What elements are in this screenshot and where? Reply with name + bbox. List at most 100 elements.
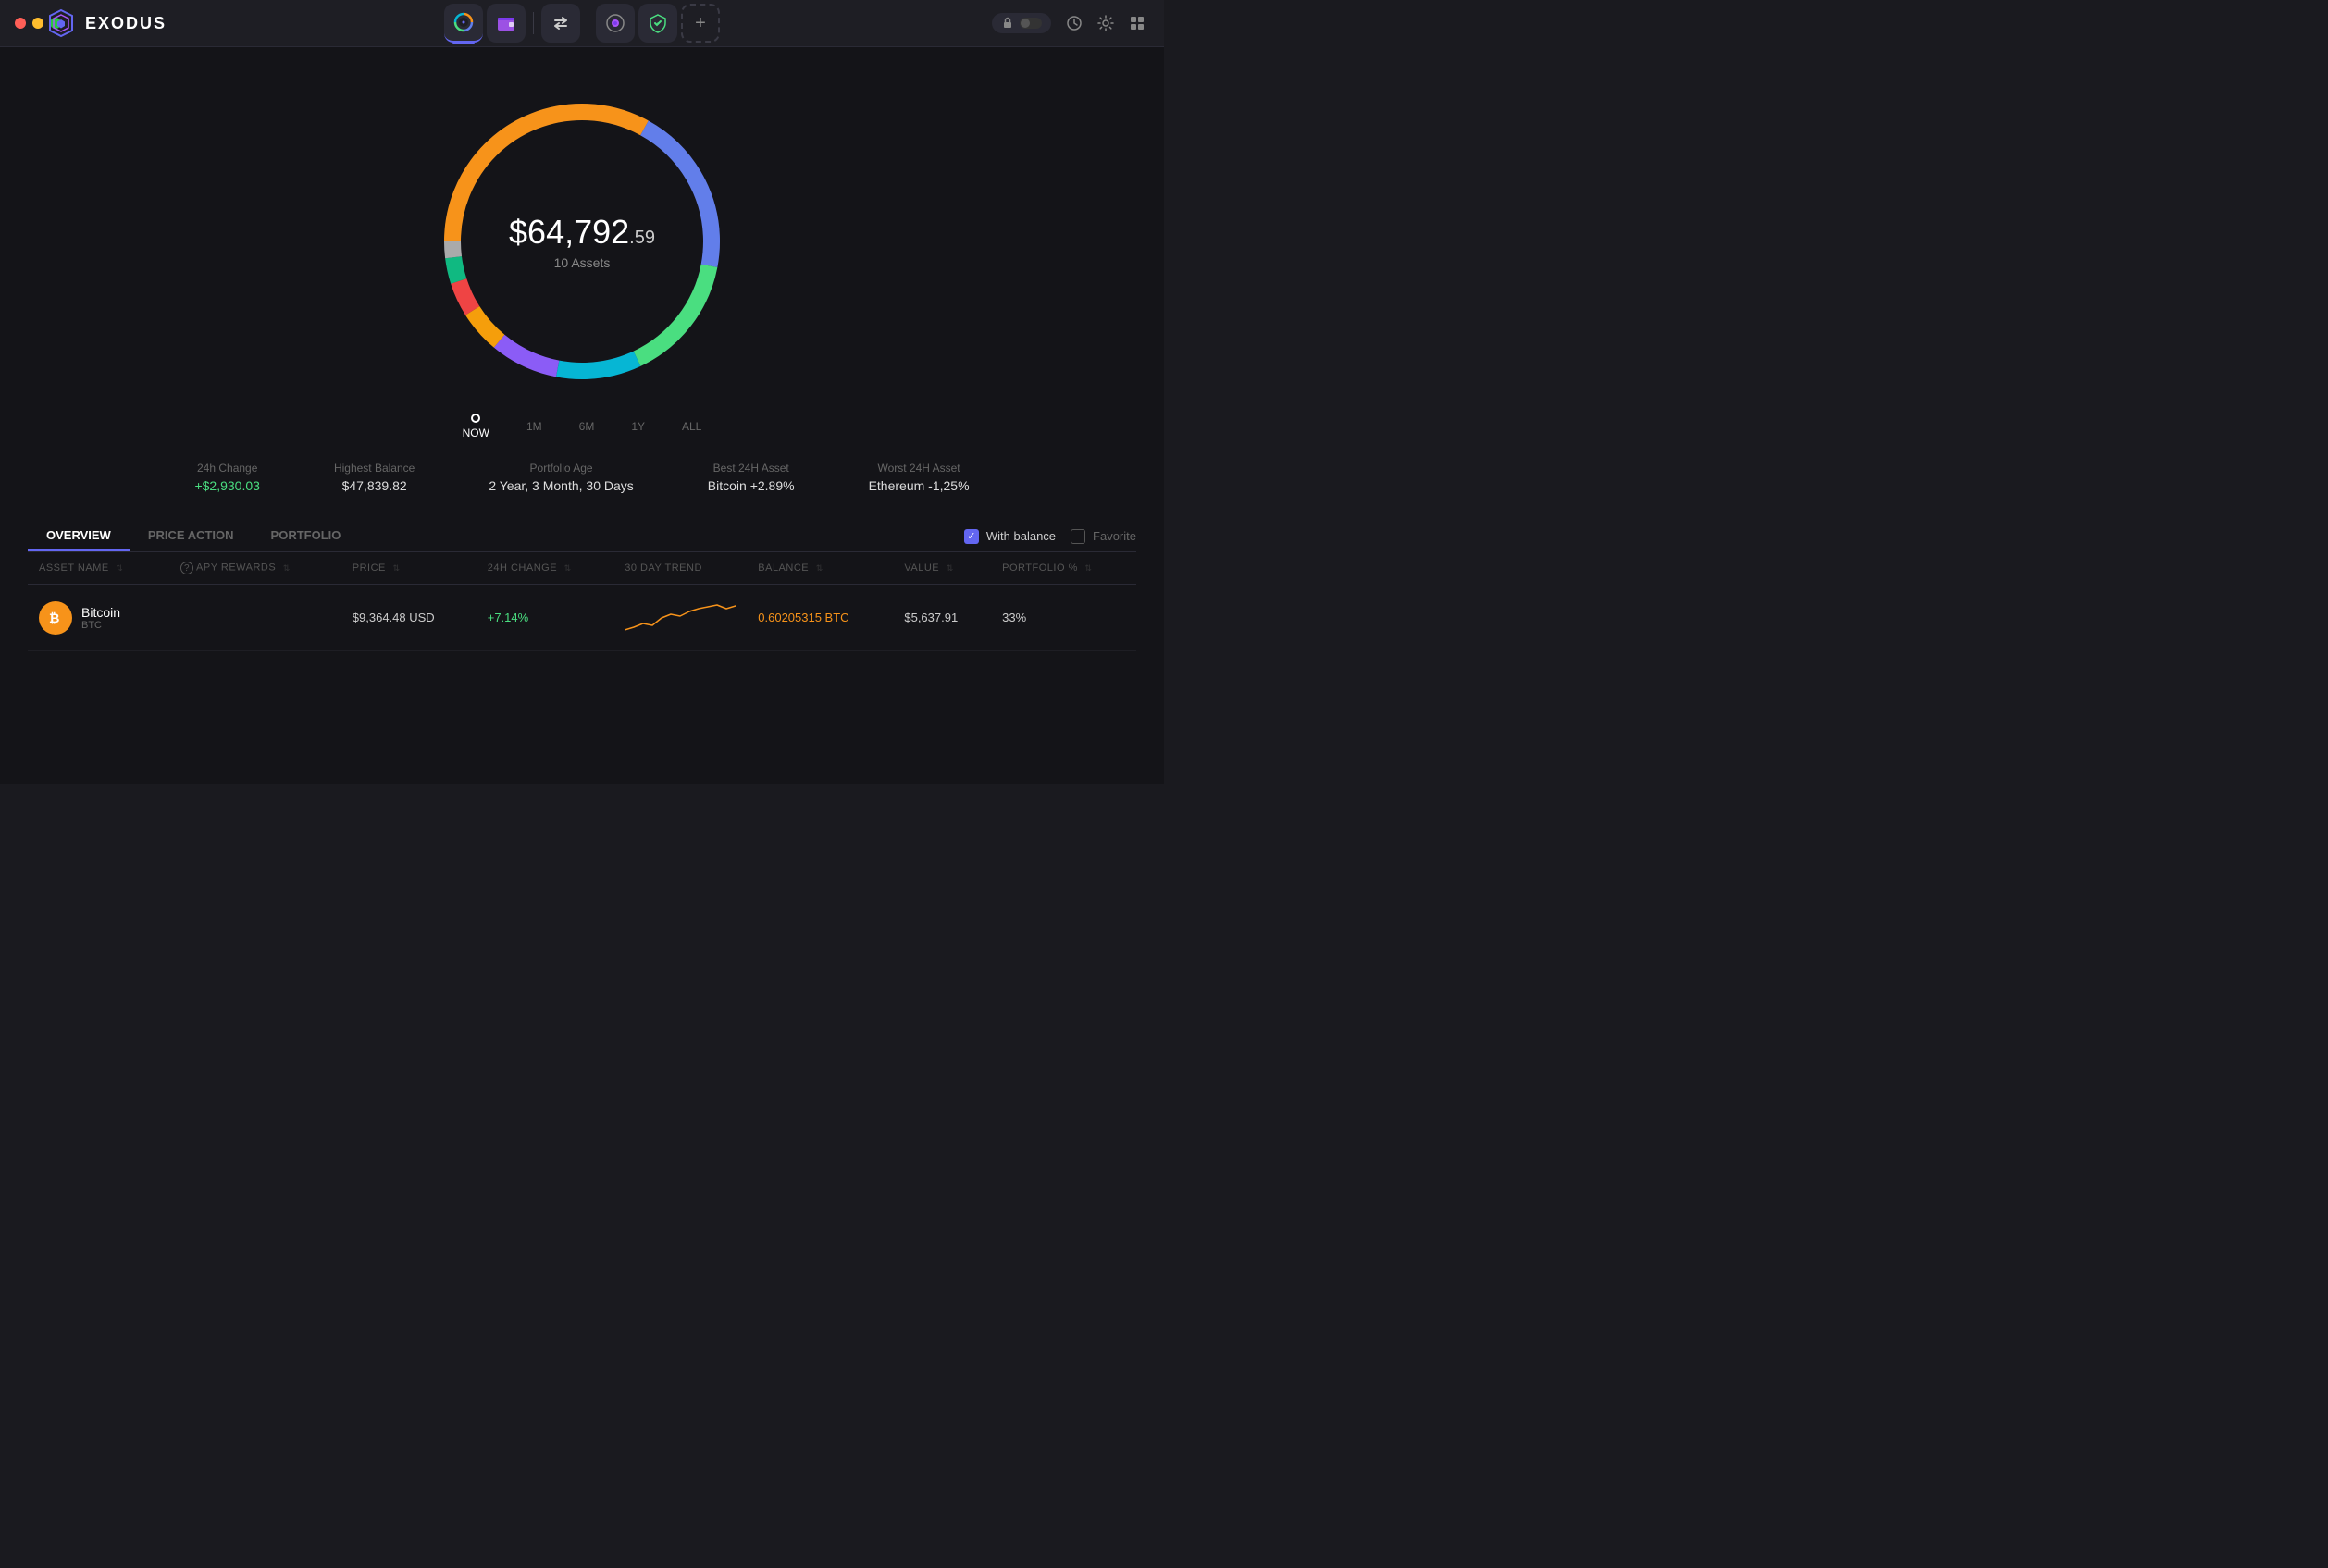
cell-apy bbox=[166, 585, 341, 651]
grid-button[interactable] bbox=[1129, 15, 1145, 31]
timeline-1y-label: 1Y bbox=[631, 420, 645, 433]
titlebar: EXODUS bbox=[0, 0, 1164, 46]
timeline-1y[interactable]: 1Y bbox=[631, 420, 645, 433]
nav-center: + bbox=[444, 4, 720, 43]
timeline-all-label: ALL bbox=[682, 420, 701, 433]
tab-portfolio[interactable]: PORTFOLIO bbox=[253, 521, 360, 551]
tab-price-action[interactable]: PRICE ACTION bbox=[130, 521, 253, 551]
settings-icon bbox=[1097, 15, 1114, 31]
amount-main: 64,792 bbox=[527, 213, 629, 251]
portfolio-icon bbox=[453, 12, 474, 32]
settings-button[interactable] bbox=[1097, 15, 1114, 31]
btc-icon: ₿ bbox=[39, 601, 72, 635]
col-portfolio[interactable]: PORTFOLIO % ⇅ bbox=[991, 552, 1136, 585]
timeline-now-label: NOW bbox=[463, 426, 489, 439]
lock-icon bbox=[1001, 17, 1014, 30]
sort-apy: ⇅ bbox=[283, 563, 291, 574]
history-button[interactable] bbox=[1066, 15, 1083, 31]
table-body: ₿ Bitcoin BTC $9,364.48 bbox=[28, 585, 1136, 651]
apps-icon bbox=[605, 13, 625, 33]
cell-trend bbox=[613, 585, 747, 651]
sort-value: ⇅ bbox=[947, 563, 954, 574]
portfolio-amount: $64,792.59 bbox=[509, 213, 655, 252]
nav-portfolio[interactable] bbox=[444, 4, 483, 43]
lock-toggle[interactable] bbox=[992, 13, 1051, 33]
asset-name-cell: ₿ Bitcoin BTC bbox=[39, 601, 155, 635]
balance-value: 0.60205315 BTC bbox=[758, 611, 848, 624]
cell-price: $9,364.48 USD bbox=[341, 585, 477, 651]
sort-24h: ⇅ bbox=[564, 563, 572, 574]
apy-help-icon[interactable]: ? bbox=[180, 562, 193, 574]
col-value[interactable]: VALUE ⇅ bbox=[893, 552, 991, 585]
timeline-1m-label: 1M bbox=[526, 420, 542, 433]
col-trend: 30 DAY TREND bbox=[613, 552, 747, 585]
nav-exchange[interactable] bbox=[541, 4, 580, 43]
history-icon bbox=[1066, 15, 1083, 31]
main-content: $64,792.59 10 Assets NOW 1M 6M 1Y ALL bbox=[0, 47, 1164, 784]
nav-apps[interactable] bbox=[596, 4, 635, 43]
col-balance[interactable]: BALANCE ⇅ bbox=[747, 552, 893, 585]
minimize-button[interactable] bbox=[32, 18, 43, 29]
stat-worst-label: Worst 24H Asset bbox=[869, 462, 970, 475]
timeline-1m[interactable]: 1M bbox=[526, 420, 542, 433]
sort-price: ⇅ bbox=[392, 563, 400, 574]
stat-worst-value: Ethereum -1,25% bbox=[869, 478, 970, 493]
stat-age-value: 2 Year, 3 Month, 30 Days bbox=[489, 478, 633, 493]
table-row[interactable]: ₿ Bitcoin BTC $9,364.48 bbox=[28, 585, 1136, 651]
asset-name-text: Bitcoin BTC bbox=[81, 605, 120, 631]
sort-portfolio: ⇅ bbox=[1084, 563, 1092, 574]
donut-chart: $64,792.59 10 Assets bbox=[425, 84, 739, 399]
amount-cents: .59 bbox=[629, 228, 655, 248]
favorite-checkbox[interactable] bbox=[1071, 529, 1085, 544]
col-24h[interactable]: 24H CHANGE ⇅ bbox=[477, 552, 614, 585]
timeline-6m[interactable]: 6M bbox=[579, 420, 595, 433]
nav-divider-1 bbox=[533, 12, 534, 34]
change-value: +7.14% bbox=[488, 611, 528, 624]
grid-icon bbox=[1129, 15, 1145, 31]
table-tabs: OVERVIEW PRICE ACTION PORTFOLIO ✓ With b… bbox=[28, 521, 1136, 552]
portfolio-pct-value: 33% bbox=[1002, 611, 1026, 624]
table-controls: ✓ With balance Favorite bbox=[964, 529, 1136, 544]
tab-overview[interactable]: OVERVIEW bbox=[28, 521, 130, 551]
sparkline-chart bbox=[625, 598, 736, 635]
asset-ticker: BTC bbox=[81, 620, 120, 631]
stat-best-value: Bitcoin +2.89% bbox=[708, 478, 795, 493]
stat-24h-value: +$2,930.03 bbox=[194, 478, 259, 493]
nav-add-button[interactable]: + bbox=[681, 4, 720, 43]
nav-passport[interactable] bbox=[638, 4, 677, 43]
timeline-now[interactable]: NOW bbox=[463, 414, 489, 439]
stats-row: 24h Change +$2,930.03 Highest Balance $4… bbox=[139, 462, 1024, 493]
donut-center: $64,792.59 10 Assets bbox=[509, 213, 655, 270]
favorite-filter[interactable]: Favorite bbox=[1071, 529, 1136, 544]
stat-age-label: Portfolio Age bbox=[489, 462, 633, 475]
favorite-label: Favorite bbox=[1093, 529, 1136, 543]
cell-value: $5,637.91 bbox=[893, 585, 991, 651]
table-section: OVERVIEW PRICE ACTION PORTFOLIO ✓ With b… bbox=[0, 521, 1164, 651]
nav-right bbox=[992, 13, 1145, 33]
assets-count: 10 Assets bbox=[509, 255, 655, 270]
col-price[interactable]: PRICE ⇅ bbox=[341, 552, 477, 585]
with-balance-filter[interactable]: ✓ With balance bbox=[964, 529, 1056, 544]
price-value: $9,364.48 USD bbox=[353, 611, 435, 624]
asset-full-name: Bitcoin bbox=[81, 605, 120, 620]
close-button[interactable] bbox=[15, 18, 26, 29]
nav-wallet[interactable] bbox=[487, 4, 526, 43]
logo: EXODUS bbox=[46, 8, 167, 38]
usd-value: $5,637.91 bbox=[904, 611, 958, 624]
bitcoin-symbol: ₿ bbox=[46, 609, 65, 627]
stat-portfolio-age: Portfolio Age 2 Year, 3 Month, 30 Days bbox=[489, 462, 633, 493]
col-apy[interactable]: ? APY REWARDS ⇅ bbox=[166, 552, 341, 585]
with-balance-checkbox[interactable]: ✓ bbox=[964, 529, 979, 544]
stat-worst-24h: Worst 24H Asset Ethereum -1,25% bbox=[869, 462, 970, 493]
passport-icon bbox=[648, 13, 668, 33]
stat-best-24h: Best 24H Asset Bitcoin +2.89% bbox=[708, 462, 795, 493]
table-header-row: ASSET NAME ⇅ ? APY REWARDS ⇅ PRICE ⇅ 24H… bbox=[28, 552, 1136, 585]
svg-text:₿: ₿ bbox=[49, 611, 59, 625]
col-asset-name[interactable]: ASSET NAME ⇅ bbox=[28, 552, 166, 585]
stat-24h-label: 24h Change bbox=[194, 462, 259, 475]
timeline-all[interactable]: ALL bbox=[682, 420, 701, 433]
amount-prefix: $ bbox=[509, 213, 527, 251]
asset-table: ASSET NAME ⇅ ? APY REWARDS ⇅ PRICE ⇅ 24H… bbox=[28, 552, 1136, 651]
sort-balance: ⇅ bbox=[816, 563, 823, 574]
sort-asset-name: ⇅ bbox=[116, 563, 123, 574]
